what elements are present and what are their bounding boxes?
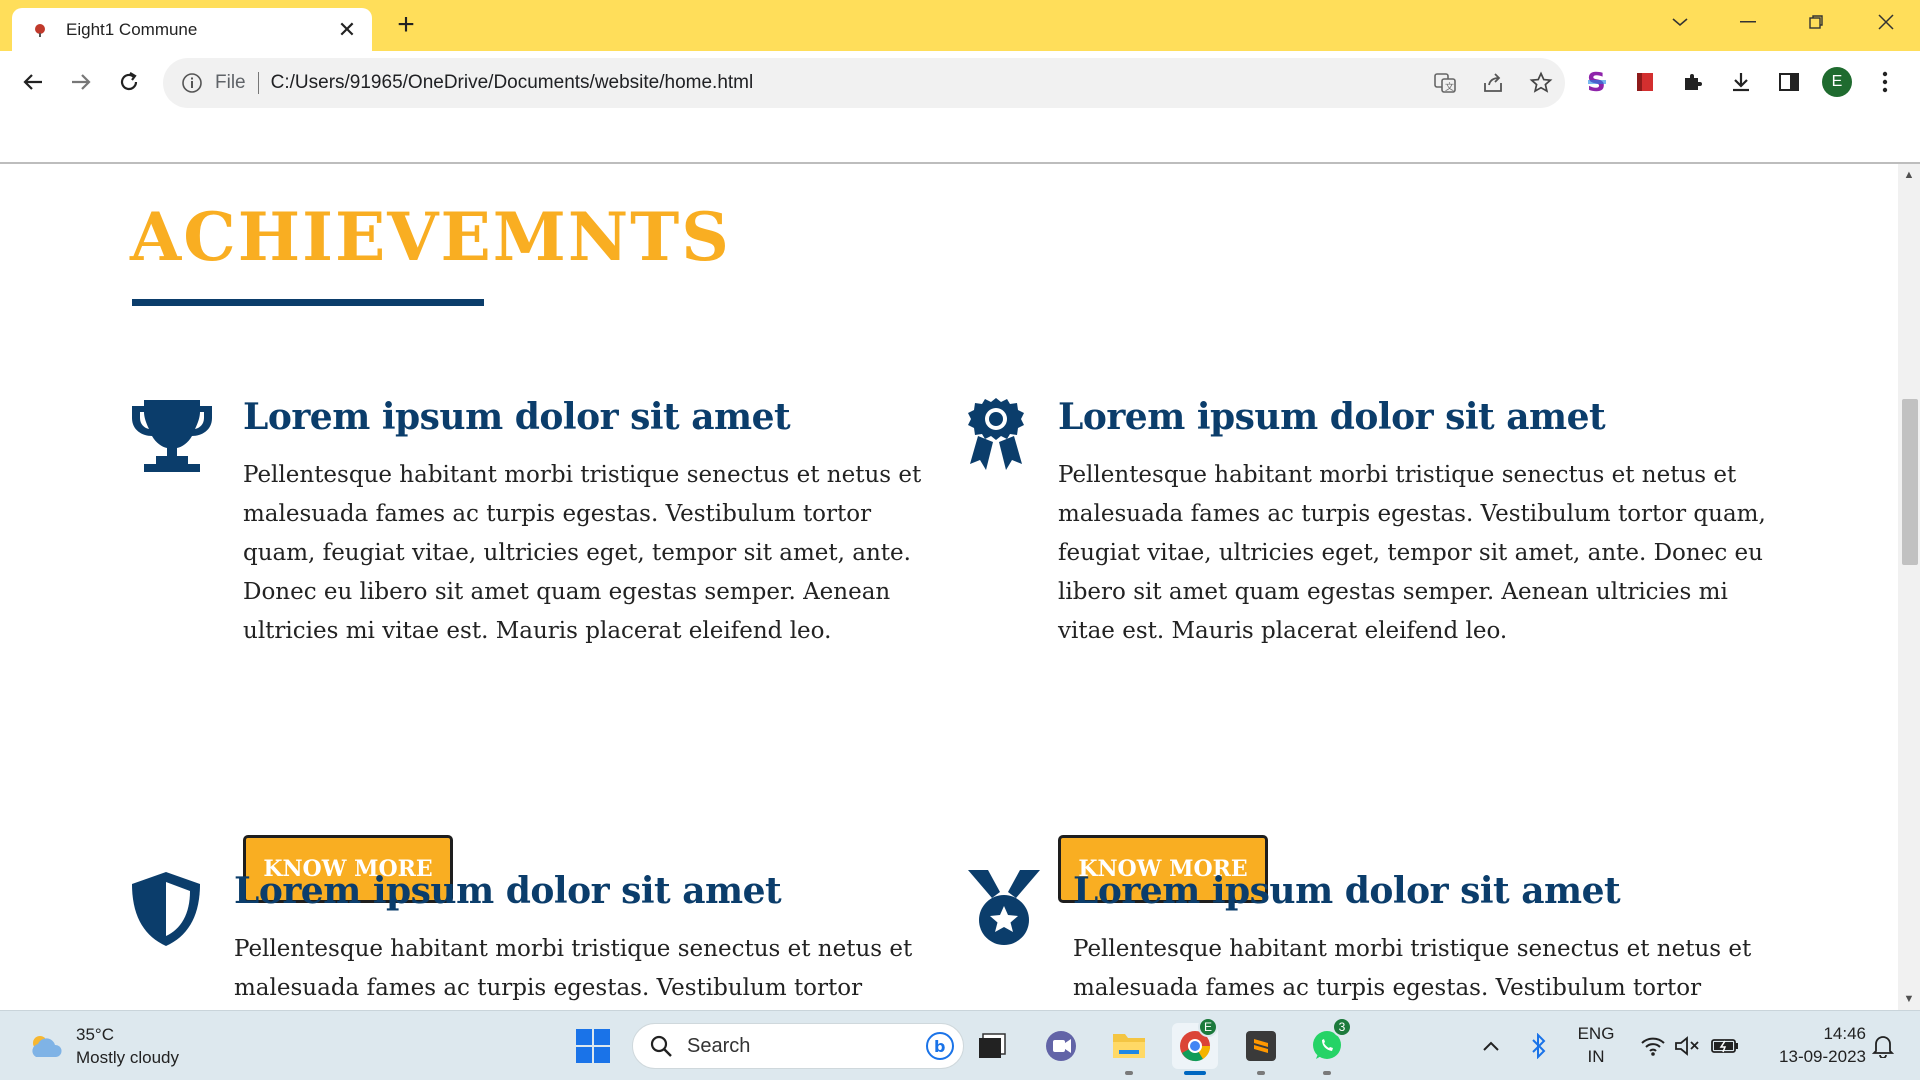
card-body: Pellentesque habitant morbi tristique se… bbox=[1073, 936, 1752, 1001]
restore-button[interactable] bbox=[1788, 0, 1844, 44]
profile-avatar[interactable]: E bbox=[1820, 65, 1854, 99]
task-view-icon[interactable] bbox=[969, 1023, 1015, 1069]
address-bar[interactable]: File C:/Users/91965/OneDrive/Documents/w… bbox=[163, 58, 1565, 108]
svg-text:文: 文 bbox=[1445, 81, 1454, 93]
extension-book-icon[interactable] bbox=[1628, 65, 1662, 99]
bluetooth-icon[interactable] bbox=[1516, 1023, 1562, 1069]
explorer-running-indicator bbox=[1125, 1071, 1133, 1075]
clock-date: 13-09-2023 bbox=[1779, 1047, 1866, 1066]
browser-toolbar: File C:/Users/91965/OneDrive/Documents/w… bbox=[0, 51, 1920, 113]
file-explorer-icon[interactable] bbox=[1106, 1023, 1152, 1069]
section-title: ACHIEVEMNTS bbox=[130, 198, 731, 276]
page-scrollbar[interactable]: ▲ ▼ bbox=[1898, 164, 1920, 1010]
taskbar-search[interactable]: Search b bbox=[632, 1023, 964, 1069]
region-code: IN bbox=[1587, 1047, 1605, 1066]
chrome-profile-badge: E bbox=[1198, 1017, 1218, 1037]
search-placeholder: Search bbox=[687, 1034, 751, 1057]
share-icon[interactable] bbox=[1469, 59, 1517, 107]
card-heading: Lorem ipsum dolor sit amet bbox=[1058, 396, 1606, 438]
sublime-text-icon[interactable] bbox=[1238, 1023, 1284, 1069]
cloud-sun-icon bbox=[32, 1036, 62, 1057]
back-arrow-icon[interactable] bbox=[16, 65, 50, 99]
notification-bell-icon[interactable] bbox=[1860, 1023, 1906, 1069]
forward-arrow-icon[interactable] bbox=[64, 65, 98, 99]
site-favicon-icon bbox=[35, 23, 45, 37]
card-heading: Lorem ipsum dolor sit amet bbox=[234, 870, 782, 912]
close-window-button[interactable] bbox=[1858, 0, 1914, 44]
url-text[interactable]: C:/Users/91965/OneDrive/Documents/websit… bbox=[271, 72, 1421, 94]
chrome-active-indicator bbox=[1184, 1071, 1206, 1075]
award-ribbon-icon bbox=[968, 398, 1024, 470]
tab-search-chevron-icon[interactable] bbox=[1652, 0, 1708, 44]
trophy-icon bbox=[132, 400, 212, 472]
url-scheme-label: File bbox=[215, 72, 246, 93]
whatsapp-unread-badge: 3 bbox=[1332, 1017, 1352, 1037]
extension-s-icon[interactable]: S bbox=[1580, 65, 1614, 99]
weather-widget[interactable]: 35°C Mostly cloudy bbox=[26, 1023, 179, 1069]
tab-close-icon[interactable]: ✕ bbox=[336, 17, 358, 43]
extensions-puzzle-icon[interactable] bbox=[1676, 65, 1710, 99]
card-heading: Lorem ipsum dolor sit amet bbox=[1073, 870, 1621, 912]
windows-taskbar: 35°C Mostly cloudy Search b E 3 ENG IN 1… bbox=[0, 1010, 1920, 1080]
whatsapp-icon[interactable]: 3 bbox=[1304, 1017, 1352, 1069]
tab-title: Eight1 Commune bbox=[66, 19, 198, 39]
browser-tab-strip: Eight1 Commune ✕ + bbox=[0, 0, 1920, 51]
bookmark-star-icon[interactable] bbox=[1517, 59, 1565, 107]
weather-temperature: 35°C bbox=[76, 1025, 114, 1044]
card-heading: Lorem ipsum dolor sit amet bbox=[243, 396, 791, 438]
scroll-down-arrow-icon[interactable]: ▼ bbox=[1898, 988, 1920, 1010]
site-info-icon[interactable] bbox=[181, 72, 203, 94]
whatsapp-running-indicator bbox=[1323, 1071, 1331, 1075]
start-windows-icon[interactable] bbox=[570, 1023, 616, 1069]
browser-menu-icon[interactable] bbox=[1868, 65, 1902, 99]
language-code: ENG bbox=[1577, 1024, 1615, 1043]
scroll-up-arrow-icon[interactable]: ▲ bbox=[1898, 164, 1920, 186]
chrome-taskbar-icon[interactable]: E bbox=[1172, 1017, 1218, 1069]
search-icon bbox=[650, 1035, 672, 1057]
input-language-indicator[interactable]: ENG IN bbox=[1572, 1022, 1620, 1068]
card-body: Pellentesque habitant morbi tristique se… bbox=[243, 462, 922, 644]
card-body: Pellentesque habitant morbi tristique se… bbox=[234, 936, 913, 1001]
side-panel-icon[interactable] bbox=[1772, 65, 1806, 99]
weather-description: Mostly cloudy bbox=[76, 1048, 179, 1067]
bing-icon[interactable]: b bbox=[925, 1031, 955, 1061]
download-icon[interactable] bbox=[1724, 65, 1758, 99]
card-body: Pellentesque habitant morbi tristique se… bbox=[1058, 462, 1766, 644]
url-separator bbox=[257, 72, 259, 94]
battery-charging-icon[interactable] bbox=[1702, 1023, 1748, 1069]
svg-text:b: b bbox=[934, 1037, 945, 1056]
taskbar-clock[interactable]: 14:46 13-09-2023 bbox=[1756, 1022, 1866, 1068]
scrollbar-thumb[interactable] bbox=[1902, 399, 1918, 565]
medal-icon bbox=[968, 870, 1040, 945]
minimize-button[interactable] bbox=[1720, 0, 1776, 44]
show-hidden-icons-chevron-icon[interactable] bbox=[1468, 1023, 1514, 1069]
shield-icon bbox=[132, 872, 200, 946]
sublime-running-indicator bbox=[1257, 1071, 1265, 1075]
teams-chat-icon[interactable] bbox=[1038, 1023, 1084, 1069]
clock-time: 14:46 bbox=[1823, 1024, 1866, 1043]
new-tab-button[interactable]: + bbox=[390, 10, 422, 42]
title-underline bbox=[132, 299, 484, 306]
translate-icon[interactable]: 文 bbox=[1421, 59, 1469, 107]
browser-tab[interactable]: Eight1 Commune ✕ bbox=[12, 8, 372, 51]
page-viewport: ACHIEVEMNTS Lorem ipsum dolor sit amet P… bbox=[0, 164, 1898, 1010]
reload-icon[interactable] bbox=[112, 65, 146, 99]
